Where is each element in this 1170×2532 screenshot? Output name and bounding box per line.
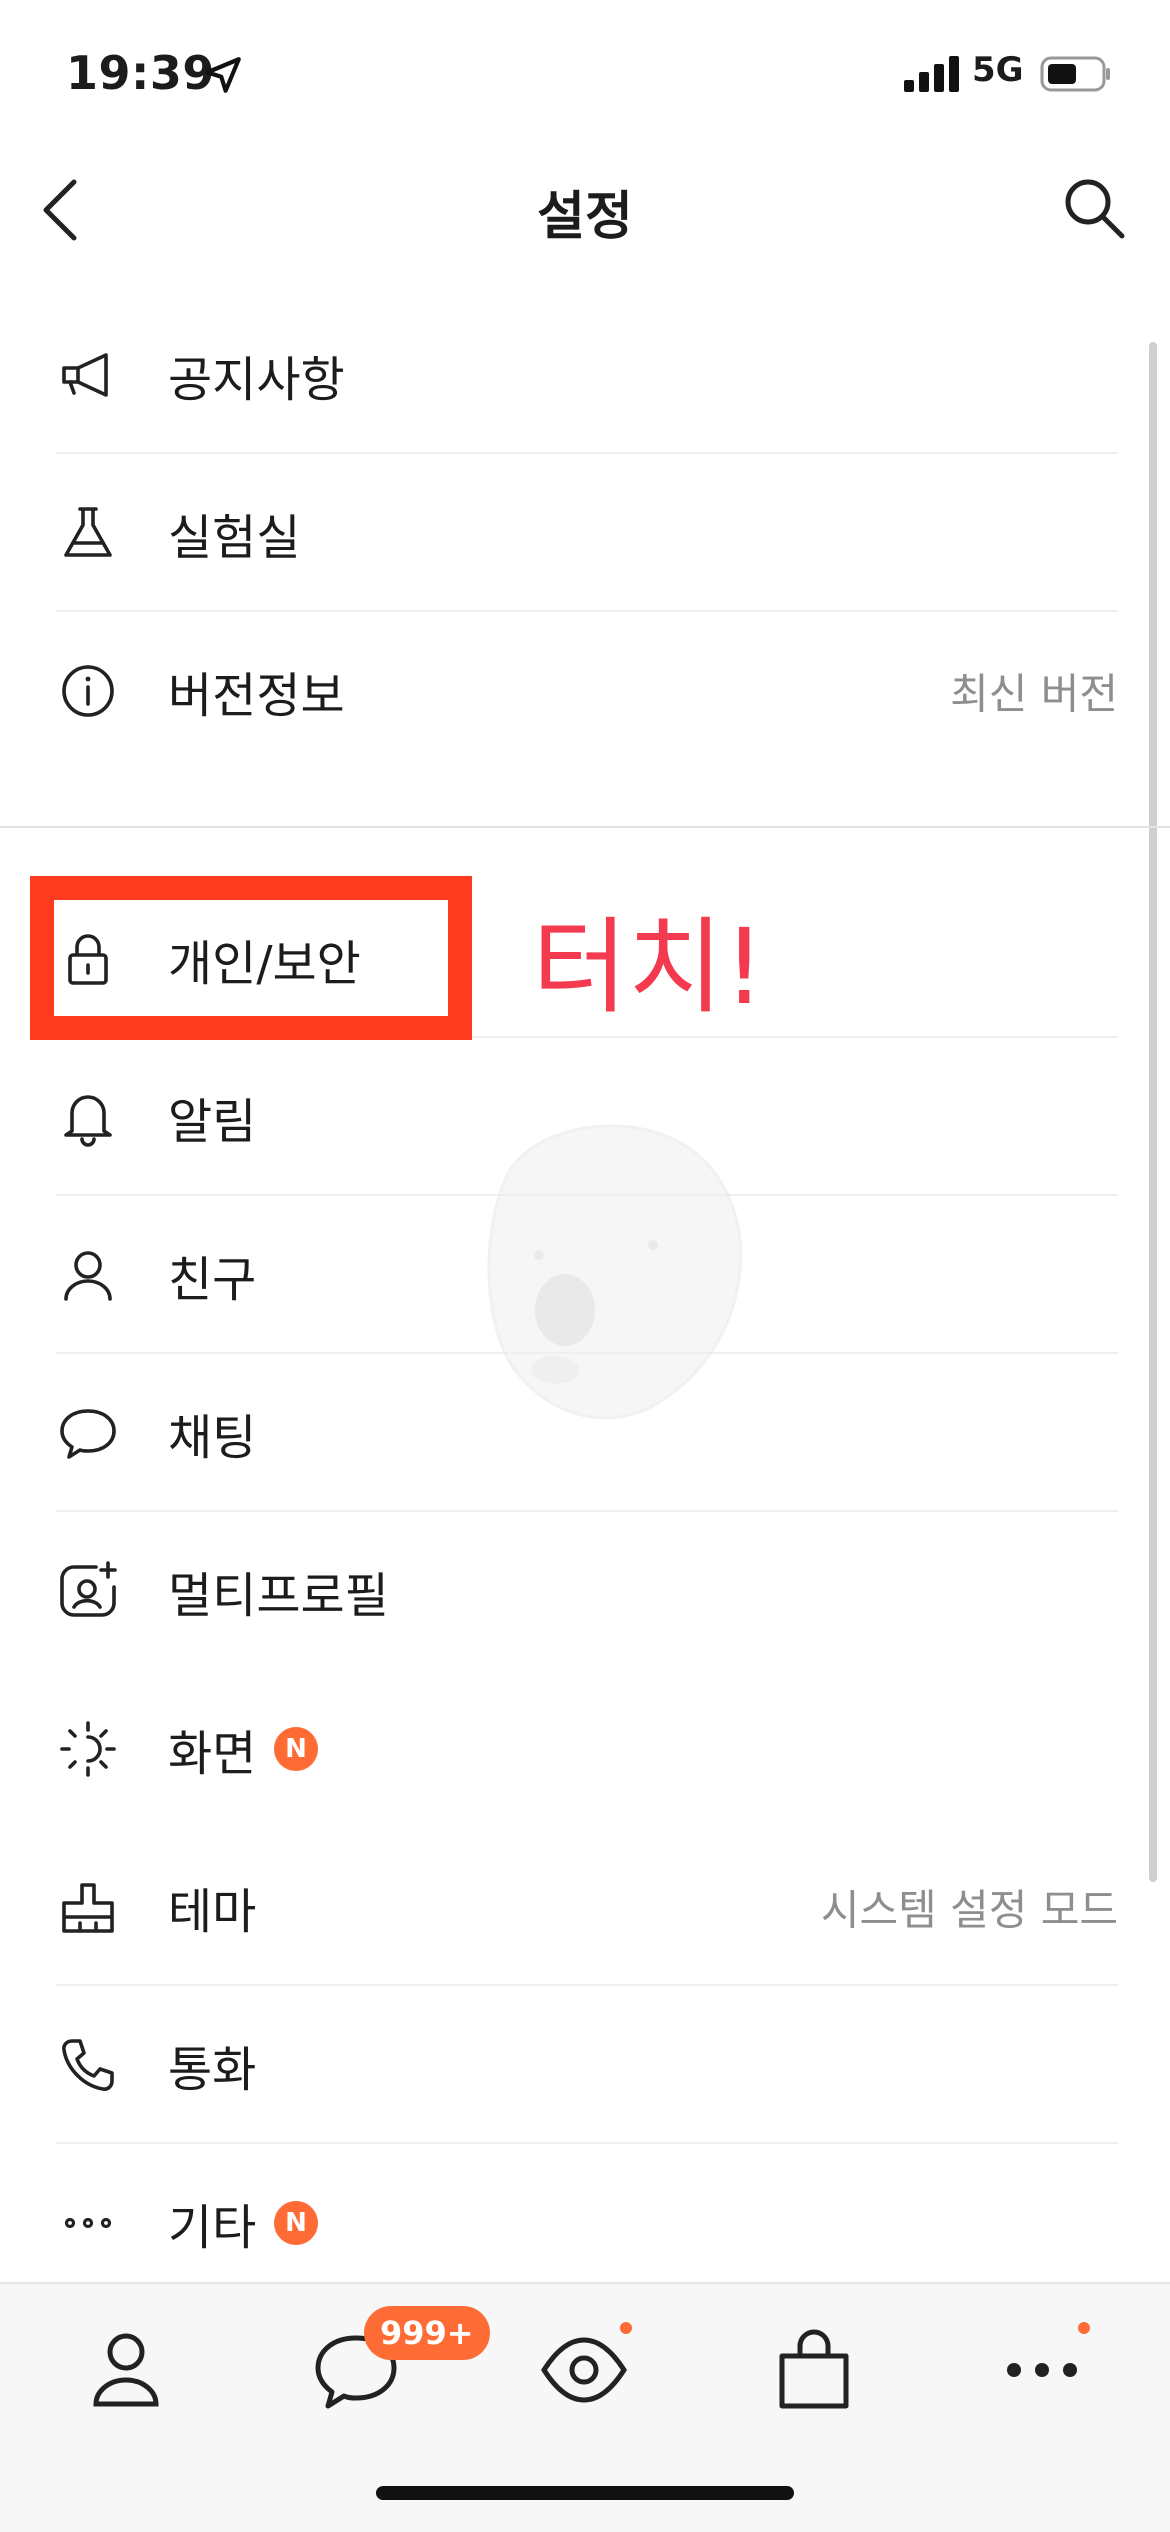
page-title: 설정 xyxy=(537,187,633,247)
view-new-dot xyxy=(620,2322,632,2334)
unread-count-badge: 999+ xyxy=(364,2306,490,2360)
settings-screen: 19:39 5G 설정 공지사항 실험실 버전정보 최신 버전 개인/보안 알림… xyxy=(0,0,1170,2532)
phone-icon xyxy=(56,2033,120,2097)
theme-mode-value: 시스템 설정 모드 xyxy=(820,1885,1118,1935)
shopping-bag-icon xyxy=(779,2329,849,2409)
tab-friends[interactable] xyxy=(76,2320,176,2420)
cellular-signal-icon xyxy=(904,56,960,92)
dog-watermark xyxy=(455,1110,755,1440)
home-indicator[interactable] xyxy=(376,2486,794,2500)
settings-item-version[interactable]: 버전정보 최신 버전 xyxy=(0,612,1170,770)
tab-shopping[interactable] xyxy=(764,2320,864,2420)
person-icon xyxy=(56,1243,120,1307)
status-bar: 19:39 5G xyxy=(0,0,1170,150)
settings-item-label: 기타 xyxy=(168,2200,257,2256)
settings-item-notice[interactable]: 공지사항 xyxy=(0,296,1170,454)
tab-more[interactable] xyxy=(992,2320,1092,2420)
info-icon xyxy=(56,659,120,723)
multi-profile-icon xyxy=(56,1559,120,1623)
settings-item-theme[interactable]: 테마 시스템 설정 모드 xyxy=(0,1828,1170,1986)
settings-item-lab[interactable]: 실험실 xyxy=(0,454,1170,612)
more-new-dot xyxy=(1078,2322,1090,2334)
new-badge: N xyxy=(274,1727,318,1771)
settings-item-label: 친구 xyxy=(168,1252,257,1308)
highlight-box xyxy=(30,876,472,1040)
settings-item-label: 화면 xyxy=(168,1726,257,1782)
status-time: 19:39 xyxy=(66,46,215,100)
nav-bar: 설정 xyxy=(0,150,1170,270)
version-status: 최신 버전 xyxy=(950,669,1118,719)
battery-icon xyxy=(1040,54,1112,94)
settings-item-display[interactable]: 화면 N xyxy=(0,1670,1170,1828)
network-type: 5G xyxy=(972,50,1024,90)
settings-item-label: 알림 xyxy=(168,1094,257,1150)
location-arrow-icon xyxy=(202,54,244,96)
search-icon[interactable] xyxy=(1058,172,1130,244)
theme-brush-icon xyxy=(56,1875,120,1939)
section-divider xyxy=(0,826,1170,828)
more-dots-icon xyxy=(56,2191,120,2255)
settings-item-label: 실험실 xyxy=(168,510,301,566)
touch-annotation: 터치! xyxy=(532,906,766,1028)
settings-item-etc[interactable]: 기타 N xyxy=(0,2144,1170,2302)
settings-item-calls[interactable]: 통화 xyxy=(0,1986,1170,2144)
flask-icon xyxy=(56,501,120,565)
person-icon xyxy=(93,2333,159,2407)
eye-icon xyxy=(541,2337,627,2403)
settings-item-label: 채팅 xyxy=(168,1410,257,1466)
settings-item-label: 버전정보 xyxy=(168,668,345,724)
settings-item-multiprofile[interactable]: 멀티프로필 xyxy=(0,1512,1170,1670)
brightness-icon xyxy=(56,1717,120,1781)
settings-item-label: 멀티프로필 xyxy=(168,1568,389,1624)
settings-item-label: 테마 xyxy=(168,1884,257,1940)
tab-view[interactable] xyxy=(534,2320,634,2420)
megaphone-icon xyxy=(56,343,120,407)
more-dots-icon xyxy=(1007,2363,1077,2377)
new-badge: N xyxy=(274,2201,318,2245)
settings-item-label: 공지사항 xyxy=(168,352,345,408)
chat-bubble-icon xyxy=(56,1401,120,1465)
bell-icon xyxy=(56,1085,120,1149)
settings-item-label: 통화 xyxy=(168,2042,257,2098)
